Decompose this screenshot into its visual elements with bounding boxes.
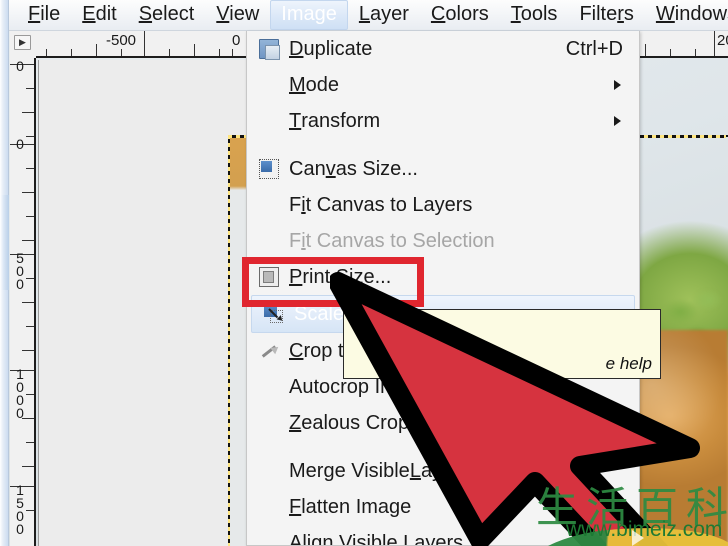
menubar-item-tools[interactable]: Tools [500, 0, 569, 30]
tooltip-line-2: e help [605, 354, 652, 373]
scrollbar-thumb[interactable] [0, 195, 9, 290]
menubar-label-select: elect [152, 3, 195, 25]
menubar-label-file: ile [40, 3, 61, 25]
menu-separator [247, 441, 639, 453]
canvas-size-icon [259, 159, 279, 179]
menu-accel-duplicate: Ctrl+D [565, 37, 623, 60]
menu-separator [247, 139, 639, 151]
menu-item-fit-canvas-to-layers[interactable]: Fit Canvas to Layers [247, 187, 639, 223]
gimp-window: ▶ -500 0 20 0 500 1000 1500 File Edit Se… [0, 0, 728, 546]
ruler-v-label-4: 1500 [12, 482, 28, 534]
scale-image-tooltip: Change t e help [343, 309, 661, 379]
chevron-right-icon [614, 80, 621, 90]
ruler-v-label-2: 500 [12, 250, 28, 289]
menubar-item-view[interactable]: View [205, 0, 270, 30]
menu-label-transform: ransform [301, 109, 381, 132]
menu-label-canvas-size: as Size... [335, 157, 418, 180]
menu-item-transform[interactable]: Transform [247, 103, 639, 139]
ruler-v-label-0: 0 [12, 58, 28, 71]
menubar-label-tools: ools [520, 3, 558, 25]
menu-item-fit-canvas-to-selection: Fit Canvas to Selection [289, 229, 495, 252]
menubar-label-layer: ayer [370, 3, 409, 25]
menu-label-mode: ode [305, 73, 340, 96]
menu-label-align-layers: le Layers... [382, 531, 480, 546]
menu-item-canvas-size[interactable]: Can v as Size... [247, 151, 639, 187]
menu-item-mode[interactable]: Mode [247, 67, 639, 103]
scale-image-highlight-rect [242, 257, 424, 307]
menu-label-merge-layers: ayers... [420, 459, 487, 482]
scale-image-icon [264, 304, 285, 324]
ruler-h-label-0: -500 [106, 32, 137, 49]
duplicate-icon [259, 39, 280, 60]
menubar-item-file[interactable]: File [17, 0, 71, 30]
menu-label-fit-canvas-selection: t Canvas to Selection [305, 229, 495, 252]
menu-bar: File Edit Select View Image Layer Colors… [9, 0, 728, 31]
menu-item-duplicate[interactable]: Duplicate Ctrl+D [247, 31, 639, 67]
ruler-v-label-1: 0 [12, 136, 28, 149]
menu-label-flatten-image: latten Image [301, 495, 412, 518]
window-left-scrollbar[interactable] [0, 0, 9, 546]
vertical-ruler[interactable]: 0 0 500 1000 1500 [10, 58, 36, 546]
menu-label-zealous-crop: ealous Crop [301, 411, 410, 434]
ruler-v-label-3: 1000 [12, 366, 28, 418]
crop-icon [259, 341, 279, 361]
menubar-label-image: Image [281, 3, 337, 25]
ruler-menu-icon[interactable]: ▶ [14, 35, 31, 50]
menubar-item-colors[interactable]: Colors [420, 0, 500, 30]
ruler-corner: ▶ [10, 31, 36, 58]
ruler-h-label-1: 0 [232, 32, 241, 49]
watermark: 生活百科 www.bimeiz.com [516, 472, 728, 546]
watermark-url: www.bimeiz.com [566, 518, 723, 541]
menubar-label-view: iew [229, 3, 260, 25]
menubar-item-filters[interactable]: Filters [568, 0, 644, 30]
chevron-right-icon [614, 116, 621, 126]
play-icon [632, 530, 644, 546]
menubar-item-edit[interactable]: Edit [71, 0, 127, 30]
ruler-h-label-2: 20 [717, 32, 728, 49]
menubar-label-edit: dit [95, 3, 117, 25]
menubar-item-layer[interactable]: Layer [348, 0, 420, 30]
menu-item-zealous-crop[interactable]: Zealous Crop [247, 405, 639, 441]
menubar-label-colors: olors [445, 3, 489, 25]
tooltip-line-1: Change t [352, 317, 434, 339]
selection-boundary-left [228, 135, 230, 546]
menubar-item-select[interactable]: Select [128, 0, 206, 30]
menubar-label-windows: indows [674, 3, 728, 25]
menu-label-fit-canvas-layers: t Canvas to Layers [305, 193, 473, 216]
menu-label-duplicate: uplicate [303, 37, 373, 60]
menubar-item-image[interactable]: Image [270, 0, 348, 30]
menubar-item-windows[interactable]: Windows [645, 0, 728, 30]
